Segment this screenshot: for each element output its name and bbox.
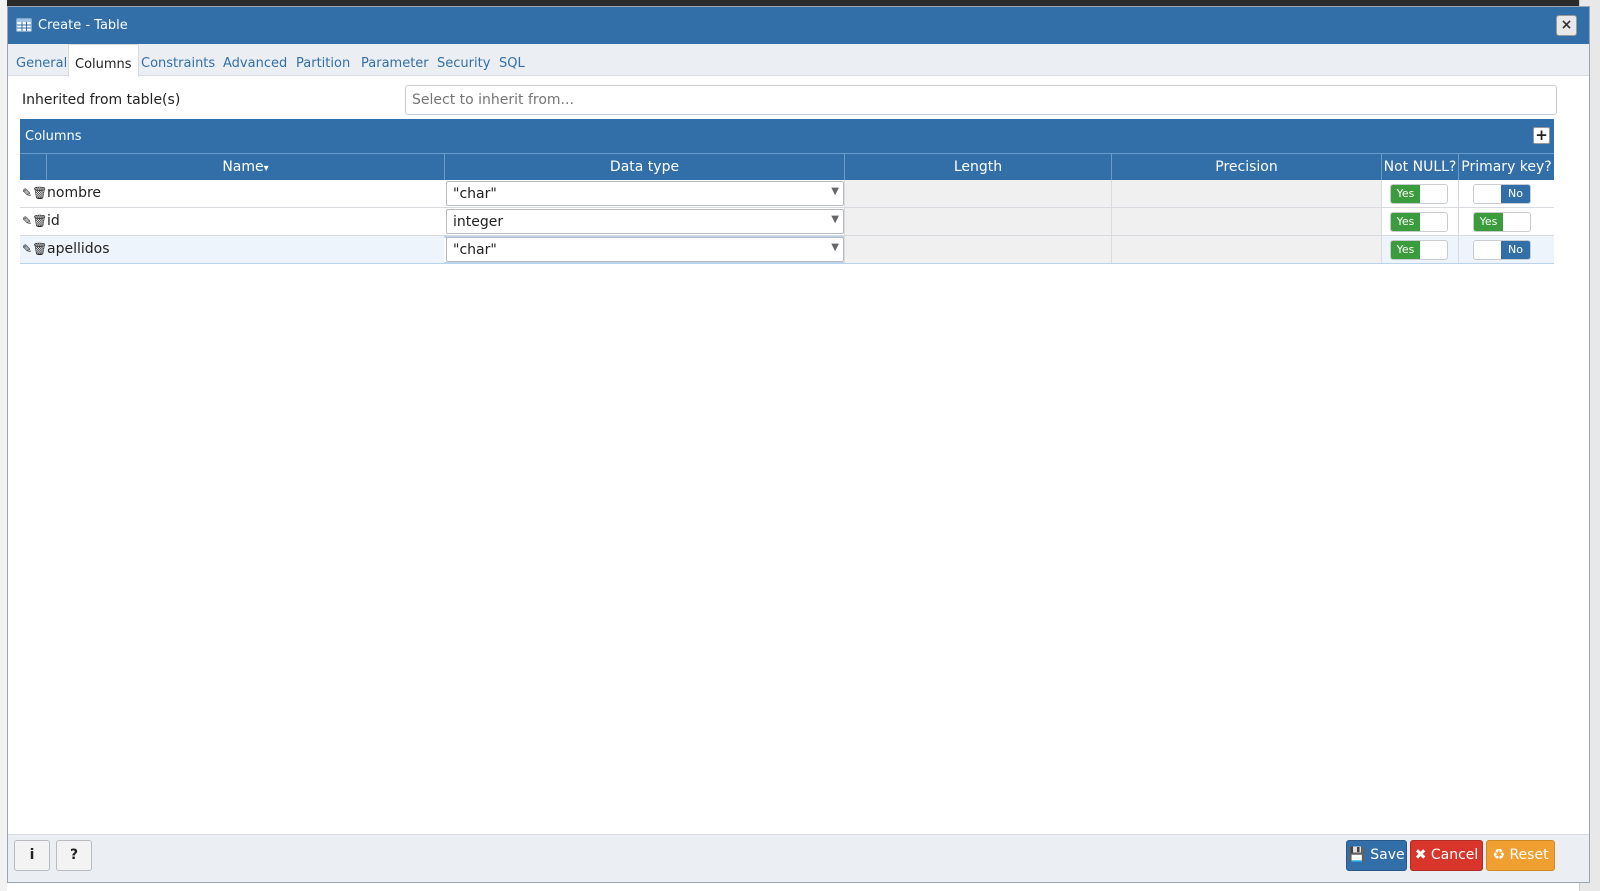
toggle-on-label: Yes	[1391, 241, 1420, 259]
not-null-cell: Yes	[1381, 180, 1458, 207]
header-name[interactable]: Name▾	[46, 154, 444, 180]
not-null-toggle[interactable]: Yes	[1390, 212, 1448, 232]
precision-cell[interactable]	[1111, 208, 1381, 235]
name-cell[interactable]: ✎🗑 nombre	[20, 180, 444, 207]
precision-cell[interactable]	[1111, 180, 1381, 207]
toggle-off-label: No	[1501, 185, 1530, 203]
toggle-on-label: Yes	[1391, 213, 1420, 231]
data-type-select[interactable]: "char" ▼	[446, 181, 844, 206]
columns-panel-title: Columns	[25, 129, 82, 144]
header-length[interactable]: Length	[844, 154, 1111, 180]
columns-panel: Columns + Name▾ Data type Length Precisi…	[20, 119, 1554, 264]
info-icon: i	[29, 847, 35, 863]
columns-header-row: Name▾ Data type Length Precision Not NUL…	[20, 153, 1554, 180]
reset-button[interactable]: ♻ Reset	[1486, 840, 1555, 871]
help-button[interactable]: ?	[56, 840, 92, 871]
not-null-toggle[interactable]: Yes	[1390, 184, 1448, 204]
header-data-type[interactable]: Data type	[444, 154, 844, 180]
primary-key-cell: No	[1458, 236, 1554, 263]
header-not-null[interactable]: Not NULL?	[1381, 154, 1458, 180]
primary-key-cell: Yes	[1458, 208, 1554, 235]
table-row[interactable]: ✎🗑 id integer ▼ Yes Yes	[20, 208, 1554, 236]
save-button[interactable]: 💾 Save	[1346, 840, 1407, 871]
dropdown-arrow-icon: ▼	[831, 214, 839, 225]
tab-general[interactable]: General	[10, 44, 73, 76]
tab-security[interactable]: Security	[431, 44, 496, 76]
app-left-edge	[0, 0, 7, 891]
not-null-cell: Yes	[1381, 236, 1458, 263]
primary-key-toggle[interactable]: Yes	[1473, 212, 1531, 232]
tab-partition[interactable]: Partition	[290, 44, 356, 76]
data-type-value: "char"	[453, 242, 497, 258]
dropdown-arrow-icon: ▼	[831, 186, 839, 197]
dropdown-arrow-icon: ▼	[831, 242, 839, 253]
toggle-on-label: Yes	[1391, 185, 1420, 203]
inherit-select-input[interactable]	[405, 85, 1557, 115]
column-name: nombre	[47, 185, 102, 201]
header-primary-key[interactable]: Primary key?	[1458, 154, 1554, 180]
create-table-dialog: Create - Table × General Columns Constra…	[7, 6, 1590, 883]
edit-icon[interactable]: ✎	[22, 186, 32, 200]
header-name-label: Name	[222, 159, 264, 175]
primary-key-toggle[interactable]: No	[1473, 240, 1531, 260]
trash-icon[interactable]: 🗑	[32, 186, 47, 200]
info-button[interactable]: i	[14, 840, 50, 871]
not-null-toggle[interactable]: Yes	[1390, 240, 1448, 260]
trash-icon[interactable]: 🗑	[32, 242, 47, 256]
tab-advanced[interactable]: Advanced	[217, 44, 293, 76]
length-cell[interactable]	[844, 180, 1111, 207]
column-name: id	[47, 213, 60, 229]
precision-cell[interactable]	[1111, 236, 1381, 263]
save-label: Save	[1370, 847, 1405, 863]
name-cell[interactable]: ✎🗑 apellidos	[20, 236, 444, 263]
header-precision[interactable]: Precision	[1111, 154, 1381, 180]
close-x-icon: ✖	[1414, 847, 1427, 863]
tab-columns[interactable]: Columns	[68, 44, 139, 77]
toggle-on-label: Yes	[1474, 213, 1503, 231]
primary-key-cell: No	[1458, 180, 1554, 207]
name-cell[interactable]: ✎🗑 id	[20, 208, 444, 235]
toggle-off-label: No	[1501, 241, 1530, 259]
column-name: apellidos	[47, 241, 110, 257]
tab-sql[interactable]: SQL	[493, 44, 531, 76]
dialog-title-bar[interactable]: Create - Table ×	[8, 7, 1589, 44]
add-column-button[interactable]: +	[1533, 127, 1550, 144]
reset-label: Reset	[1509, 847, 1549, 863]
data-type-value: integer	[453, 214, 504, 230]
trash-icon[interactable]: 🗑	[32, 214, 47, 228]
table-row[interactable]: ✎🗑 apellidos "char" ▼ Yes No	[20, 236, 1554, 264]
header-actions	[20, 154, 46, 180]
sort-desc-icon: ▾	[263, 163, 269, 174]
tab-constraints[interactable]: Constraints	[135, 44, 221, 76]
not-null-cell: Yes	[1381, 208, 1458, 235]
edit-icon[interactable]: ✎	[22, 214, 32, 228]
close-button[interactable]: ×	[1556, 15, 1577, 36]
save-icon: 💾	[1348, 847, 1366, 863]
columns-panel-header: Columns +	[20, 119, 1554, 153]
close-icon: ×	[1560, 17, 1573, 33]
cancel-label: Cancel	[1430, 847, 1479, 863]
table-row[interactable]: ✎🗑 nombre "char" ▼ Yes No	[20, 180, 1554, 208]
inherited-from-label: Inherited from table(s)	[22, 92, 181, 108]
dialog-title: Create - Table	[38, 18, 128, 33]
dialog-footer: i ? 💾 Save ✖ Cancel ♻ Reset	[8, 834, 1589, 882]
data-type-value: "char"	[453, 186, 497, 202]
plus-icon: +	[1535, 126, 1548, 144]
primary-key-toggle[interactable]: No	[1473, 184, 1531, 204]
edit-icon[interactable]: ✎	[22, 242, 32, 256]
length-cell[interactable]	[844, 208, 1111, 235]
data-type-select[interactable]: integer ▼	[446, 209, 844, 234]
table-icon	[16, 18, 32, 32]
cancel-button[interactable]: ✖ Cancel	[1410, 840, 1483, 871]
recycle-icon: ♻	[1492, 847, 1505, 863]
help-icon: ?	[69, 847, 79, 863]
tab-parameter[interactable]: Parameter	[355, 44, 435, 76]
tab-bar: General Columns Constraints Advanced Par…	[8, 44, 1589, 77]
data-type-select[interactable]: "char" ▼	[446, 237, 844, 262]
length-cell[interactable]	[844, 236, 1111, 263]
